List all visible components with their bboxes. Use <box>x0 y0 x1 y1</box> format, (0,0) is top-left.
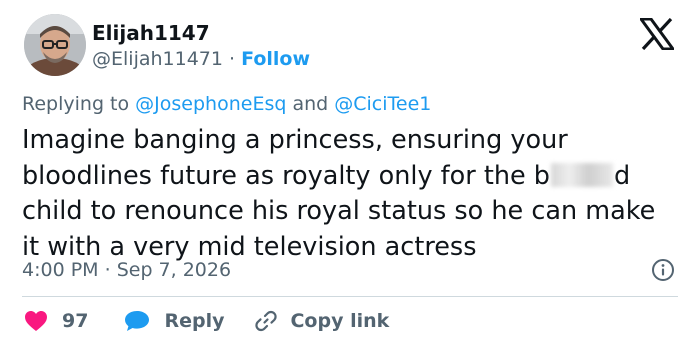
reply-context: Replying to @JosephoneEsq and @CiciTee1 <box>22 92 431 116</box>
tweet-line-2-end: d <box>613 160 631 191</box>
timestamp-separator: · <box>104 259 111 281</box>
like-count: 97 <box>62 310 89 332</box>
info-icon[interactable] <box>651 258 675 282</box>
tweet-line-3: child to renounce his royal status so he… <box>22 196 656 226</box>
author-handle[interactable]: @Elijah11471 <box>92 48 223 70</box>
avatar-image <box>24 14 86 76</box>
tweet-time: 4:00 PM <box>22 259 99 281</box>
mention-link-2[interactable]: @CiciTee1 <box>334 93 431 115</box>
divider <box>22 296 678 297</box>
tweet-date: Sep 7, 2026 <box>116 259 232 281</box>
author-display-name[interactable]: Elijah1147 <box>92 21 210 45</box>
reply-bubble-icon <box>125 311 150 331</box>
handle-separator: · <box>229 48 236 70</box>
copy-link-label: Copy link <box>290 310 390 332</box>
x-logo-icon[interactable] <box>640 18 674 50</box>
tweet-line-1: Imagine banging a princess, ensuring you… <box>22 125 568 155</box>
reply-label: Reply <box>164 310 225 332</box>
like-button[interactable]: 97 <box>24 310 88 332</box>
author-handle-row: @Elijah11471 · Follow <box>92 47 310 71</box>
reply-prefix: Replying to <box>22 93 130 115</box>
censor-blur <box>550 162 613 187</box>
link-icon <box>255 310 278 332</box>
tweet-line-2: bloodlines future as royalty only for th… <box>22 159 682 195</box>
heart-icon <box>25 311 47 331</box>
copy-link-button[interactable]: Copy link <box>254 309 389 333</box>
reply-button[interactable]: Reply <box>124 310 224 332</box>
tweet-line-2-start: bloodlines future as royalty only for th… <box>22 160 550 191</box>
follow-button[interactable]: Follow <box>241 48 310 70</box>
avatar[interactable] <box>24 14 86 76</box>
tweet-timestamp[interactable]: 4:00 PM · Sep 7, 2026 <box>22 258 231 282</box>
mention-link-1[interactable]: @JosephoneEsq <box>135 93 286 115</box>
reply-conjunction: and <box>292 93 329 115</box>
tweet-text: Imagine banging a princess, ensuring you… <box>22 123 682 265</box>
action-bar: 97 Reply Copy link <box>24 307 389 335</box>
